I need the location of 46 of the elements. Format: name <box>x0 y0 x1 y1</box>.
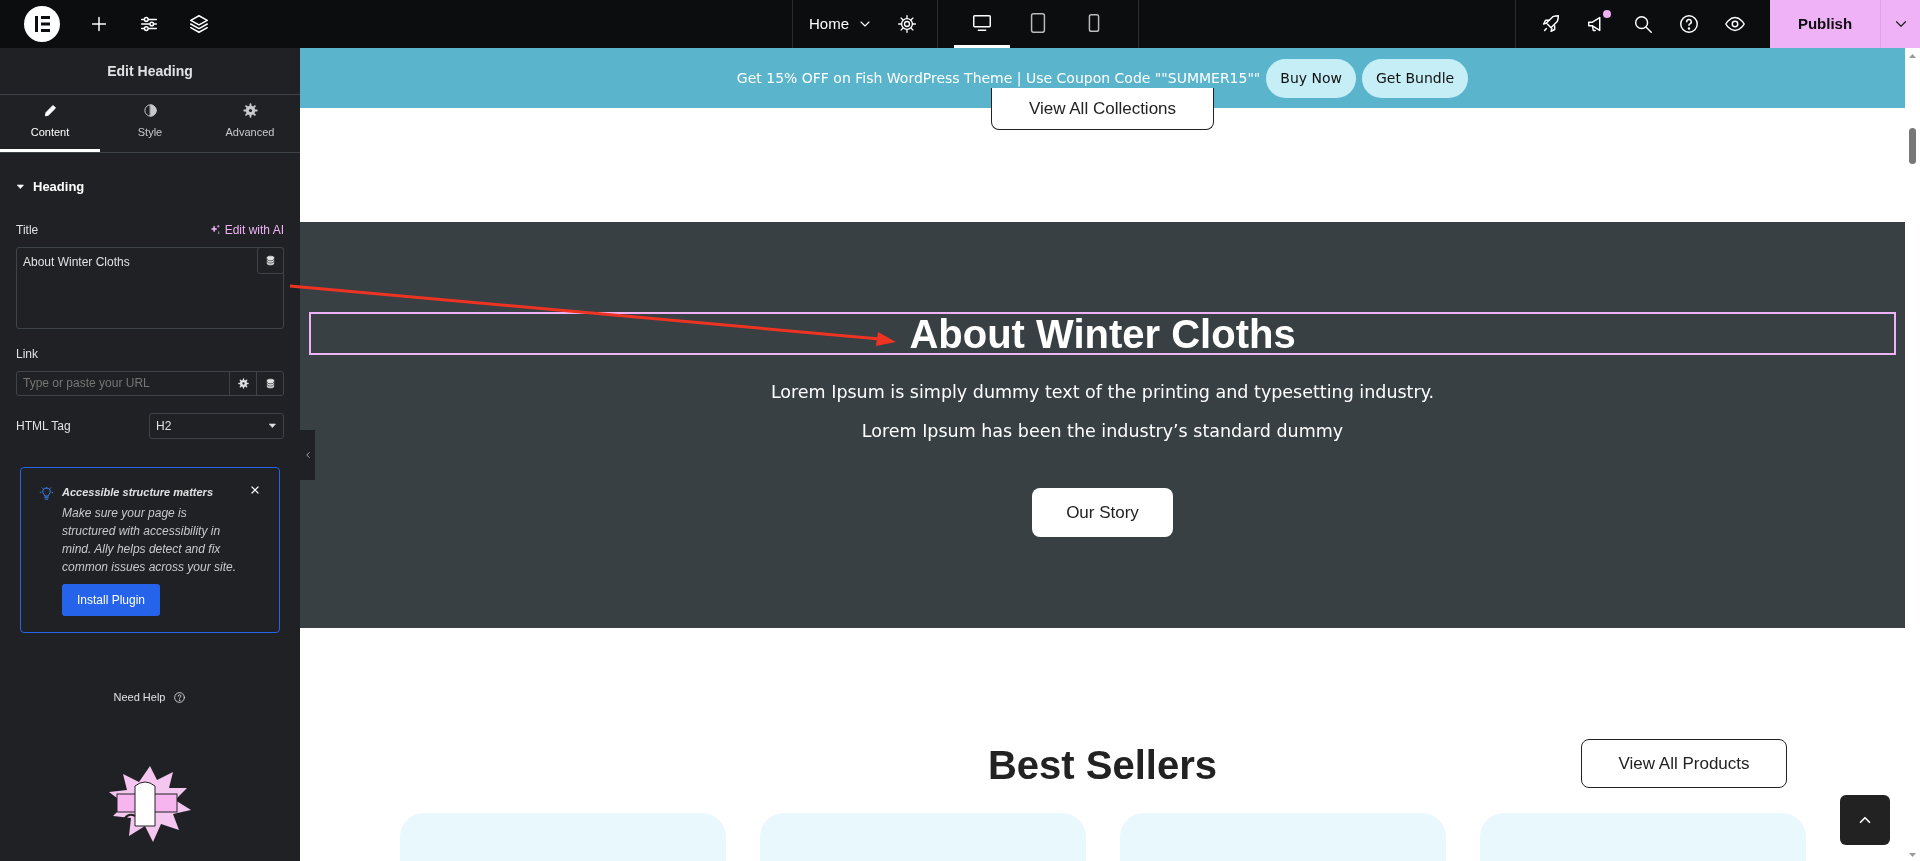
panel-tab[interactable]: Content <box>0 95 100 152</box>
layers-icon[interactable] <box>188 13 210 35</box>
back-to-top-button[interactable] <box>1840 795 1890 845</box>
url-field[interactable]: Type or paste your URL <box>16 370 284 396</box>
caret-icon <box>16 182 25 192</box>
help-icon[interactable] <box>1678 13 1700 35</box>
notice-text: Make sure your page is structured with accessibility in mind. Ally helps detect and fix common issues across your site. <box>62 505 238 576</box>
caret-icon <box>268 421 277 430</box>
page-selector[interactable]: Home <box>793 0 889 48</box>
panel-tab[interactable]: Advanced <box>200 95 300 152</box>
style-icon <box>142 103 158 119</box>
banner-button[interactable]: Get Bundle <box>1362 58 1469 98</box>
url-input[interactable]: Type or paste your URL <box>17 371 229 395</box>
sparkle-icon <box>209 224 221 235</box>
database-icon[interactable] <box>264 377 276 389</box>
advanced-icon <box>242 103 258 119</box>
banner-button[interactable]: Buy Now <box>1266 58 1356 98</box>
section-toggle[interactable]: Heading <box>16 177 85 197</box>
content-icon <box>42 103 58 119</box>
logo-icon[interactable] <box>24 6 60 42</box>
view-all-products-button[interactable]: View All Products <box>1581 739 1787 788</box>
lightbulb-icon <box>39 485 54 501</box>
field-label: HTML Tag <box>16 417 71 435</box>
our-story-button[interactable]: Our Story <box>1032 488 1173 537</box>
rocket-icon[interactable] <box>1540 13 1562 35</box>
field-label: Title <box>16 221 39 239</box>
section-heading: Best Sellers <box>988 742 1217 789</box>
panel-tab[interactable]: Style <box>100 95 200 152</box>
view-all-collections-button[interactable]: View All Collections <box>991 88 1214 130</box>
banner-text: Get 15% OFF on Fish WordPress Theme | Use Coupon Code ""SUMMER15"" <box>736 68 1261 89</box>
database-icon[interactable] <box>265 254 276 266</box>
settings-icon[interactable] <box>237 377 249 389</box>
install-plugin-button[interactable]: Install Plugin <box>62 584 161 616</box>
edit-with-ai-link[interactable]: Edit with AI <box>209 220 284 239</box>
publish-button[interactable]: Publish <box>1770 0 1880 48</box>
search-icon[interactable] <box>1632 13 1654 35</box>
section-heading: About Winter Cloths <box>909 310 1296 358</box>
help-icon <box>173 690 187 704</box>
notice-title: Accessible structure matters <box>62 484 214 500</box>
html-tag-select[interactable]: H2 <box>149 412 284 439</box>
section-paragraph: Lorem Ipsum is simply dummy text of the printing and typesetting industry. Lorem Ipsum has been the industry’s standard dummy <box>769 381 1436 443</box>
title-textarea[interactable]: About Winter Cloths <box>16 246 284 329</box>
help-link[interactable]: Need Help <box>113 689 166 706</box>
field-label: Link <box>16 345 39 363</box>
panel-title: Edit Heading <box>107 61 193 81</box>
selection-outline[interactable]: About Winter Cloths <box>309 312 1896 355</box>
